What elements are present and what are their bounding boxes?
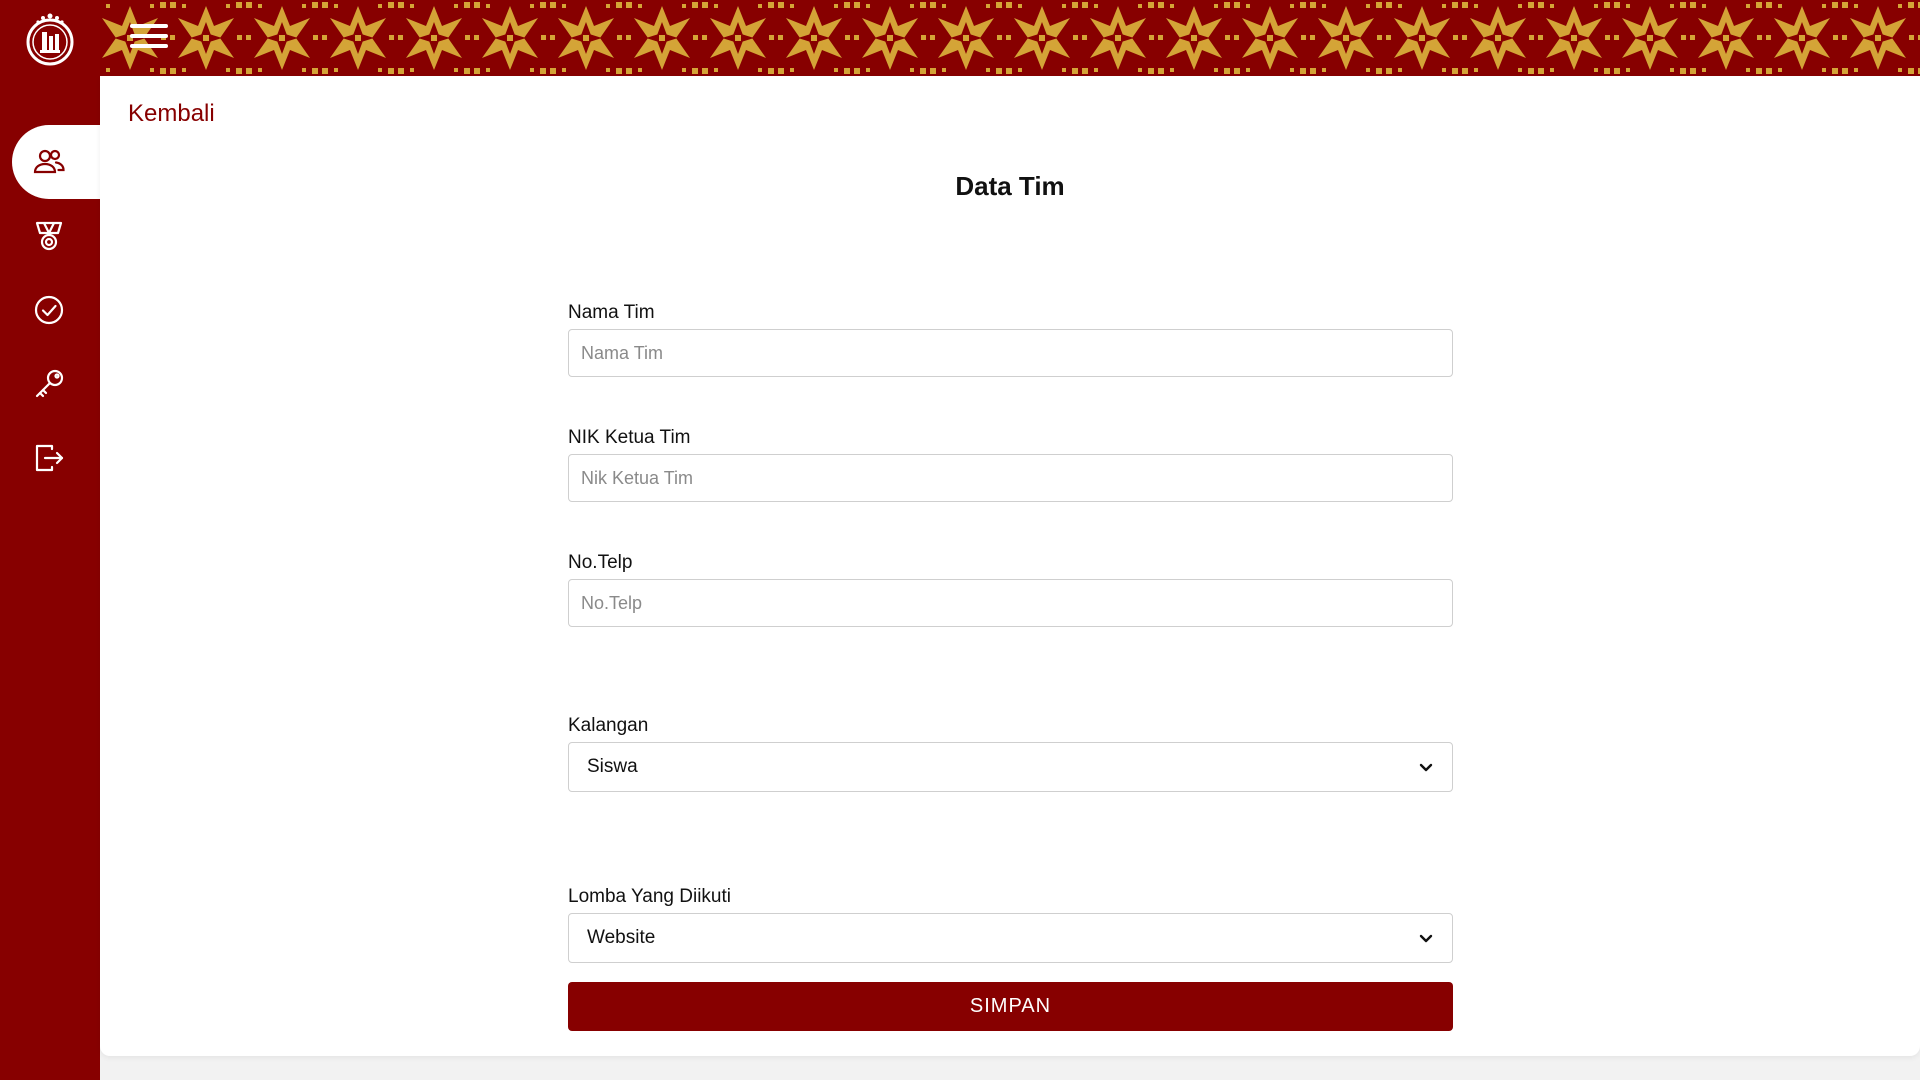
main-content: Kembali Data Tim Nama Tim NIK Ketua Tim … (100, 76, 1920, 1056)
medal-icon (35, 221, 63, 251)
sidebar-item-logout[interactable] (12, 421, 100, 495)
logout-icon (35, 444, 64, 472)
phone-input[interactable] (568, 579, 1453, 627)
sidebar (0, 0, 100, 1080)
top-header (100, 0, 1920, 76)
sidebar-item-teams[interactable] (12, 125, 100, 199)
page-title: Data Tim (955, 171, 1065, 201)
leader-nik-input[interactable] (568, 454, 1453, 502)
category-label: Kalangan (568, 715, 649, 736)
team-name-label: Nama Tim (568, 302, 655, 323)
sidebar-item-verification[interactable] (12, 273, 100, 347)
category-select[interactable]: Siswa (568, 742, 1453, 792)
chevron-down-icon (1419, 763, 1433, 772)
hamburger-icon[interactable] (130, 24, 170, 52)
competition-select[interactable]: Website (568, 913, 1453, 963)
save-button[interactable]: SIMPAN (568, 982, 1453, 1031)
phone-label: No.Telp (568, 552, 633, 573)
team-name-input[interactable] (568, 329, 1453, 377)
sidebar-item-competitions[interactable] (12, 199, 100, 273)
chevron-down-icon (1419, 934, 1433, 943)
category-selected-value: Siswa (587, 756, 638, 777)
school-crest-logo[interactable] (24, 8, 76, 68)
competition-label: Lomba Yang Diikuti (568, 886, 732, 907)
competition-selected-value: Website (587, 927, 656, 948)
back-link[interactable]: Kembali (128, 100, 215, 128)
songket-pattern-banner (100, 0, 1920, 76)
sidebar-item-password[interactable] (12, 347, 100, 421)
check-circle-icon (34, 295, 64, 325)
users-icon (33, 149, 65, 174)
key-icon (35, 369, 64, 398)
leader-nik-label: NIK Ketua Tim (568, 427, 691, 448)
